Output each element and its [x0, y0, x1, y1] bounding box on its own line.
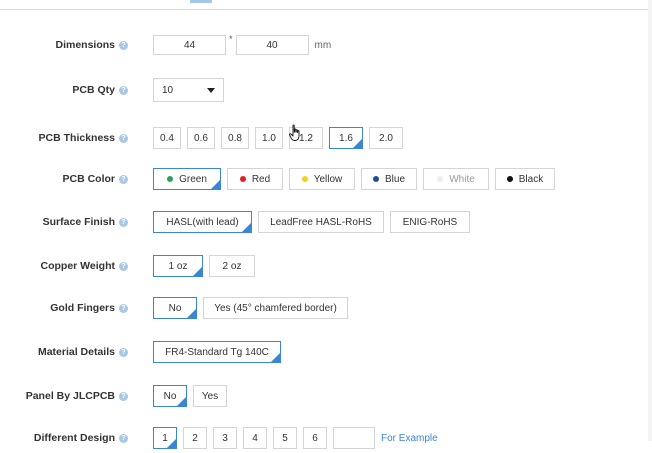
material-details-row: Material Details ? FR4-Standard Tg 140C [0, 337, 640, 367]
thickness-option[interactable]: 1.0 [255, 127, 283, 149]
blue-dot-icon [372, 176, 379, 182]
material-details-label: Material Details ? [38, 337, 128, 367]
chevron-down-icon [207, 87, 215, 93]
page-edge [648, 0, 652, 441]
gold-fingers-option[interactable]: Yes (45° chamfered border) [203, 297, 348, 319]
panel-row: Panel By JLCPCB ? No Yes [0, 381, 640, 411]
yellow-dot-icon [301, 176, 308, 182]
material-option-selected[interactable]: FR4-Standard Tg 140C [153, 341, 281, 363]
red-dot-icon [239, 176, 246, 182]
width-input[interactable]: 44 [153, 35, 226, 55]
surface-finish-row: Surface Finish ? HASL(with lead) LeadFre… [0, 207, 640, 237]
design-option-selected[interactable]: 1 [153, 427, 177, 449]
finish-option[interactable]: LeadFree HASL-RoHS [258, 211, 384, 233]
panel-option[interactable]: Yes [193, 385, 227, 407]
gold-fingers-row: Gold Fingers ? No Yes (45° chamfered bor… [0, 293, 640, 323]
top-divider [0, 9, 652, 10]
help-icon[interactable]: ? [119, 217, 128, 227]
color-option-green[interactable]: Green [153, 168, 221, 190]
dimensions-label: Dimensions ? [55, 30, 128, 60]
help-icon[interactable]: ? [119, 433, 128, 443]
copper-option-selected[interactable]: 1 oz [153, 255, 203, 277]
color-option-white[interactable]: White [423, 168, 489, 190]
thickness-option[interactable]: 0.8 [221, 127, 249, 149]
thickness-option[interactable]: 0.6 [187, 127, 215, 149]
white-dot-icon [437, 176, 444, 182]
gold-fingers-label: Gold Fingers ? [50, 293, 128, 323]
help-icon[interactable]: ? [119, 303, 128, 313]
pcb-qty-value: 10 [162, 84, 174, 96]
black-dot-icon [506, 176, 513, 182]
help-icon[interactable]: ? [119, 391, 128, 401]
surface-finish-label: Surface Finish ? [43, 207, 128, 237]
thickness-option[interactable]: 0.4 [153, 127, 181, 149]
help-icon[interactable]: ? [119, 347, 128, 357]
pcb-thickness-label: PCB Thickness ? [39, 123, 128, 153]
different-design-row: Different Design ? 1 2 3 4 5 6 For Examp… [0, 423, 640, 453]
thickness-option[interactable]: 2.0 [369, 127, 403, 149]
finish-option[interactable]: ENIG-RoHS [390, 211, 470, 233]
hand-cursor-icon [289, 124, 300, 141]
help-icon[interactable]: ? [119, 85, 128, 95]
design-option[interactable]: 6 [303, 427, 327, 449]
panel-option-selected[interactable]: No [153, 385, 187, 407]
color-option-red[interactable]: Red [227, 168, 283, 190]
color-option-blue[interactable]: Blue [361, 168, 417, 190]
pcb-qty-label: PCB Qty ? [72, 75, 128, 105]
color-option-yellow[interactable]: Yellow [289, 168, 355, 190]
panel-label: Panel By JLCPCB ? [26, 381, 128, 411]
pcb-color-label: PCB Color ? [63, 164, 128, 194]
copper-weight-row: Copper Weight ? 1 oz 2 oz [0, 251, 640, 281]
design-option[interactable]: 4 [243, 427, 267, 449]
design-option[interactable]: 5 [273, 427, 297, 449]
help-icon[interactable]: ? [119, 40, 128, 50]
gold-fingers-option-selected[interactable]: No [153, 297, 197, 319]
dimension-separator: * [229, 34, 233, 44]
top-tab-indicator [190, 0, 212, 3]
different-design-label: Different Design ? [34, 423, 128, 453]
pcb-qty-row: PCB Qty ? 10 [0, 75, 640, 105]
design-option[interactable]: 2 [183, 427, 207, 449]
copper-option[interactable]: 2 oz [209, 255, 255, 277]
pcb-qty-select[interactable]: 10 [153, 78, 224, 102]
pcb-thickness-row: PCB Thickness ? 0.4 0.6 0.8 1.0 1.2 1.6 … [0, 123, 640, 153]
green-dot-icon [167, 176, 174, 182]
design-option[interactable]: 3 [213, 427, 237, 449]
for-example-link[interactable]: For Example [381, 433, 438, 444]
pcb-color-row: PCB Color ? Green Red Yellow Blue White … [0, 164, 640, 194]
unit-label: mm [314, 39, 332, 51]
dimensions-row: Dimensions ? 44 * 40 mm [0, 30, 640, 60]
help-icon[interactable]: ? [119, 174, 128, 184]
height-input[interactable]: 40 [235, 35, 309, 55]
custom-design-input[interactable] [333, 427, 375, 449]
thickness-option-selected[interactable]: 1.6 [329, 127, 363, 149]
color-option-black[interactable]: Black [495, 168, 555, 190]
help-icon[interactable]: ? [119, 261, 128, 271]
copper-weight-label: Copper Weight ? [41, 251, 128, 281]
finish-option-selected[interactable]: HASL(with lead) [153, 211, 252, 233]
help-icon[interactable]: ? [119, 133, 128, 143]
